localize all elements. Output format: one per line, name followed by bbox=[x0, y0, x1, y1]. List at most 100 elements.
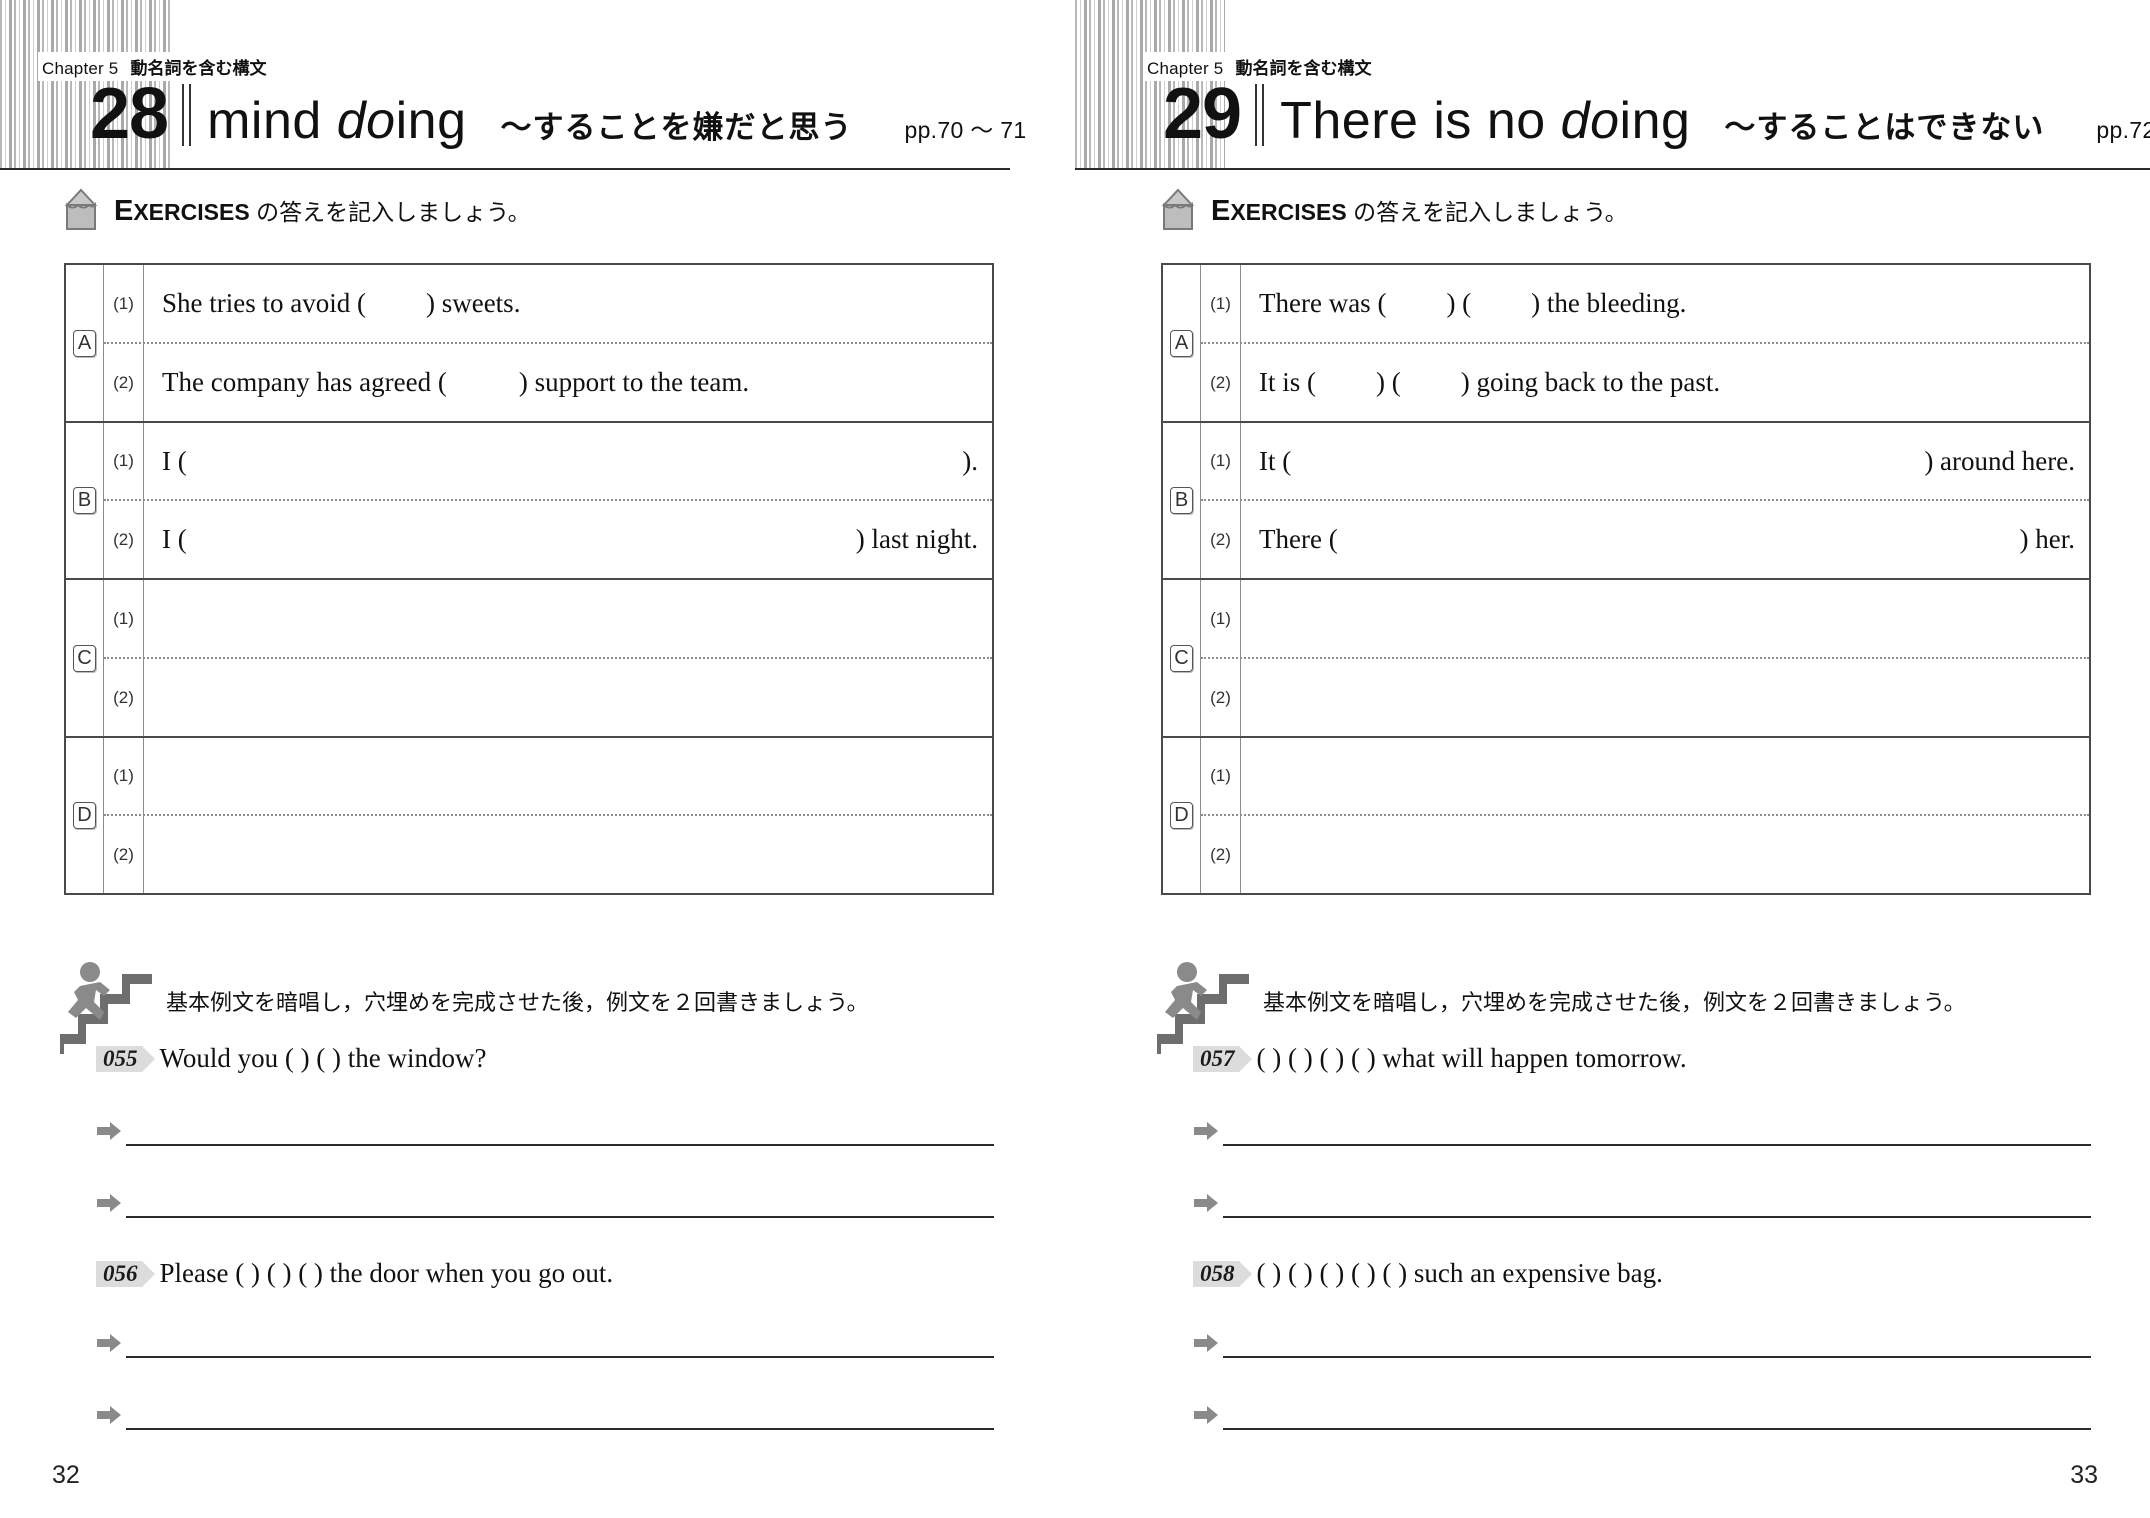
exercise-row[interactable]: (2) The company has agreed () support to… bbox=[104, 344, 992, 421]
exercise-row[interactable]: (1) There was () () the bleeding. bbox=[1201, 265, 2089, 344]
write-line-056-2[interactable] bbox=[96, 1402, 994, 1430]
sentence-right: ) the bleeding. bbox=[1531, 288, 1687, 318]
lesson-title-jp: 〜することを嫌だと思う bbox=[500, 110, 853, 145]
exercise-row-sentence[interactable]: She tries to avoid () sweets. bbox=[144, 288, 992, 319]
lesson-title-en-italic: do bbox=[1560, 92, 1620, 150]
exercise-row-number: (1) bbox=[1201, 580, 1241, 657]
sentence-left: She tries to avoid ( bbox=[162, 288, 366, 318]
lesson-title-en-part1: There is no bbox=[1280, 92, 1561, 150]
exercise-block-a: A (1) There was () () the bleeding. (2) … bbox=[1163, 265, 2089, 423]
exercises-instruction-text: EXERCISES の答えを記入しましょう。 bbox=[1211, 193, 1628, 228]
exercise-row[interactable]: (2) I () last night. bbox=[104, 501, 992, 578]
writing-rule[interactable] bbox=[1223, 1402, 2091, 1430]
lesson-page-ref: pp.72 〜 73 bbox=[2096, 117, 2150, 143]
exercise-row[interactable]: (2) bbox=[104, 816, 992, 893]
write-line-057-1[interactable] bbox=[1193, 1118, 2091, 1146]
exercise-row[interactable]: (1) bbox=[104, 580, 992, 659]
exercises-instruction-text: EExercisesXERCISES の答えを記入しましょう。 bbox=[114, 193, 531, 228]
right-arrow-icon bbox=[1194, 1406, 1218, 1424]
exercise-block-b: B (1) I (). (2) I () last night. bbox=[66, 423, 992, 580]
exercise-row-sentence[interactable]: The company has agreed () support to the… bbox=[144, 367, 992, 398]
exercise-letter-cell-c: C bbox=[1163, 580, 1201, 736]
sentence-left: I ( bbox=[162, 445, 187, 476]
pencil-icon bbox=[64, 188, 98, 230]
exercise-row-number: (1) bbox=[104, 738, 144, 814]
lesson-title-en-italic: do bbox=[336, 92, 396, 150]
exercise-row-sentence[interactable]: There () her. bbox=[1241, 524, 2089, 555]
exercise-row-sentence[interactable]: There was () () the bleeding. bbox=[1241, 288, 2089, 319]
exercise-row-number: (1) bbox=[104, 423, 144, 499]
left-page: Chapter 5 動名詞を含む構文 28 mind doing 〜することを嫌だ… bbox=[0, 0, 1075, 1518]
exercise-letter-cell-b: B bbox=[1163, 423, 1201, 578]
exercise-row[interactable]: (2) It is () () going back to the past. bbox=[1201, 344, 2089, 421]
lesson-title-row-left: 28 mind doing 〜することを嫌だと思う pp.70 〜 71 bbox=[90, 78, 1026, 151]
exercise-block-a: A (1) She tries to avoid () sweets. (2) … bbox=[66, 265, 992, 423]
practice-sentence[interactable]: Please ( ) ( ) ( ) the door when you go … bbox=[160, 1258, 614, 1289]
right-arrow-icon bbox=[1194, 1194, 1218, 1212]
write-line-055-1[interactable] bbox=[96, 1118, 994, 1146]
exercise-row-number: (1) bbox=[1201, 423, 1241, 499]
exercise-row[interactable]: (1) She tries to avoid () sweets. bbox=[104, 265, 992, 344]
practice-tag: 056 bbox=[96, 1260, 154, 1287]
exercise-letter-cell-c: C bbox=[66, 580, 104, 736]
exercises-word: EXERCISES bbox=[1211, 194, 1347, 227]
page-number-left: 32 bbox=[52, 1461, 80, 1489]
practice-item-057: 057 ( ) ( ) ( ) ( ) what will happen tom… bbox=[1193, 1043, 1687, 1074]
exercise-row-number: (2) bbox=[104, 501, 144, 578]
sentence-tail: ). bbox=[962, 445, 978, 476]
exercise-block-d: D (1) (2) bbox=[1163, 738, 2089, 893]
lesson-title-en-part2: ing bbox=[1619, 92, 1691, 150]
practice-sentence[interactable]: Would you ( ) ( ) the window? bbox=[160, 1043, 487, 1074]
right-arrow-icon bbox=[97, 1406, 121, 1424]
writing-rule[interactable] bbox=[126, 1402, 994, 1430]
exercise-row[interactable]: (1) bbox=[1201, 738, 2089, 816]
exercise-letter-badge: A bbox=[73, 329, 96, 357]
writing-rule[interactable] bbox=[1223, 1190, 2091, 1218]
exercise-row-number: (2) bbox=[1201, 659, 1241, 736]
exercise-block-d: D (1) (2) bbox=[66, 738, 992, 893]
exercise-row-sentence[interactable]: I (). bbox=[144, 446, 992, 477]
exercise-row-sentence[interactable]: It is () () going back to the past. bbox=[1241, 367, 2089, 398]
practice-sentence[interactable]: ( ) ( ) ( ) ( ) what will happen tomorro… bbox=[1257, 1043, 1687, 1074]
exercise-row[interactable]: (1) bbox=[104, 738, 992, 816]
lesson-title-en: mind doing bbox=[207, 91, 466, 151]
write-line-056-1[interactable] bbox=[96, 1330, 994, 1358]
exercise-row-number: (1) bbox=[104, 265, 144, 342]
writing-rule[interactable] bbox=[1223, 1330, 2091, 1358]
page-number-right: 33 bbox=[2070, 1461, 2098, 1489]
write-line-055-2[interactable] bbox=[96, 1190, 994, 1218]
exercise-block-c: C (1) (2) bbox=[1163, 580, 2089, 738]
book-spread: Chapter 5 動名詞を含む構文 28 mind doing 〜することを嫌だ… bbox=[0, 0, 2150, 1518]
writing-rule[interactable] bbox=[1223, 1118, 2091, 1146]
title-divider-rule bbox=[182, 83, 192, 146]
exercise-row-number: (2) bbox=[1201, 501, 1241, 578]
writing-rule[interactable] bbox=[126, 1330, 994, 1358]
sentence-left: The company has agreed ( bbox=[162, 367, 447, 397]
exercise-row[interactable]: (2) There () her. bbox=[1201, 501, 2089, 578]
practice-sentence[interactable]: ( ) ( ) ( ) ( ) ( ) such an expensive ba… bbox=[1257, 1258, 1663, 1289]
write-line-058-1[interactable] bbox=[1193, 1330, 2091, 1358]
writing-rule[interactable] bbox=[126, 1118, 994, 1146]
writing-rule[interactable] bbox=[126, 1190, 994, 1218]
exercise-row-sentence[interactable]: I () last night. bbox=[144, 524, 992, 555]
lesson-title-en-part2: ing bbox=[395, 92, 467, 150]
exercise-row[interactable]: (1) bbox=[1201, 580, 2089, 659]
exercise-row[interactable]: (2) bbox=[104, 659, 992, 736]
exercise-row[interactable]: (2) bbox=[1201, 816, 2089, 893]
sentence-mid: ) ( bbox=[1376, 367, 1401, 397]
lesson-title-en-part1: mind bbox=[207, 92, 337, 150]
exercise-row[interactable]: (2) bbox=[1201, 659, 2089, 736]
exercise-letter-cell-d: D bbox=[66, 738, 104, 893]
header-rule-right bbox=[1075, 168, 2150, 170]
right-arrow-icon bbox=[97, 1122, 121, 1140]
exercise-row[interactable]: (1) I (). bbox=[104, 423, 992, 501]
pencil-icon bbox=[1161, 188, 1195, 230]
exercise-row-sentence[interactable]: It () around here. bbox=[1241, 446, 2089, 477]
exercise-row-number: (1) bbox=[104, 580, 144, 657]
practice-tag: 058 bbox=[1193, 1260, 1251, 1287]
write-line-058-2[interactable] bbox=[1193, 1402, 2091, 1430]
exercise-row[interactable]: (1) It () around here. bbox=[1201, 423, 2089, 501]
lesson-page-ref: pp.70 〜 71 bbox=[904, 117, 1027, 143]
exercise-letter-badge: D bbox=[1170, 802, 1193, 829]
write-line-057-2[interactable] bbox=[1193, 1190, 2091, 1218]
